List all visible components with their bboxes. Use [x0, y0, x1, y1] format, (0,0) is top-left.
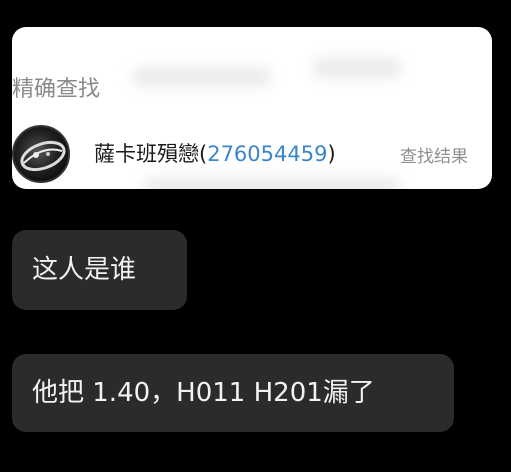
avatar [12, 125, 70, 183]
paren-close: ) [327, 142, 336, 166]
blur-smudge [312, 57, 402, 79]
message-bubble[interactable]: 这人是谁 [12, 230, 187, 310]
chat-screen: 精确查找 薩卡班殞戀(276054459) 查找结果 这人是谁 他把 1.40，… [0, 0, 511, 472]
nickname-text: 薩卡班殞戀 [94, 142, 199, 166]
message-bubble[interactable]: 他把 1.40，H011 H201漏了 [12, 354, 454, 432]
qq-number: 276054459 [207, 142, 328, 166]
search-result-row: 薩卡班殞戀(276054459) 查找结果 [12, 123, 492, 183]
result-nickname: 薩卡班殞戀(276054459) [94, 138, 336, 168]
search-mode-title: 精确查找 [12, 77, 101, 102]
blur-smudge [132, 67, 272, 87]
paren-open: ( [199, 142, 208, 166]
search-result-tag: 查找结果 [400, 147, 468, 167]
shared-screenshot-image[interactable]: 精确查找 薩卡班殞戀(276054459) 查找结果 [12, 27, 492, 189]
